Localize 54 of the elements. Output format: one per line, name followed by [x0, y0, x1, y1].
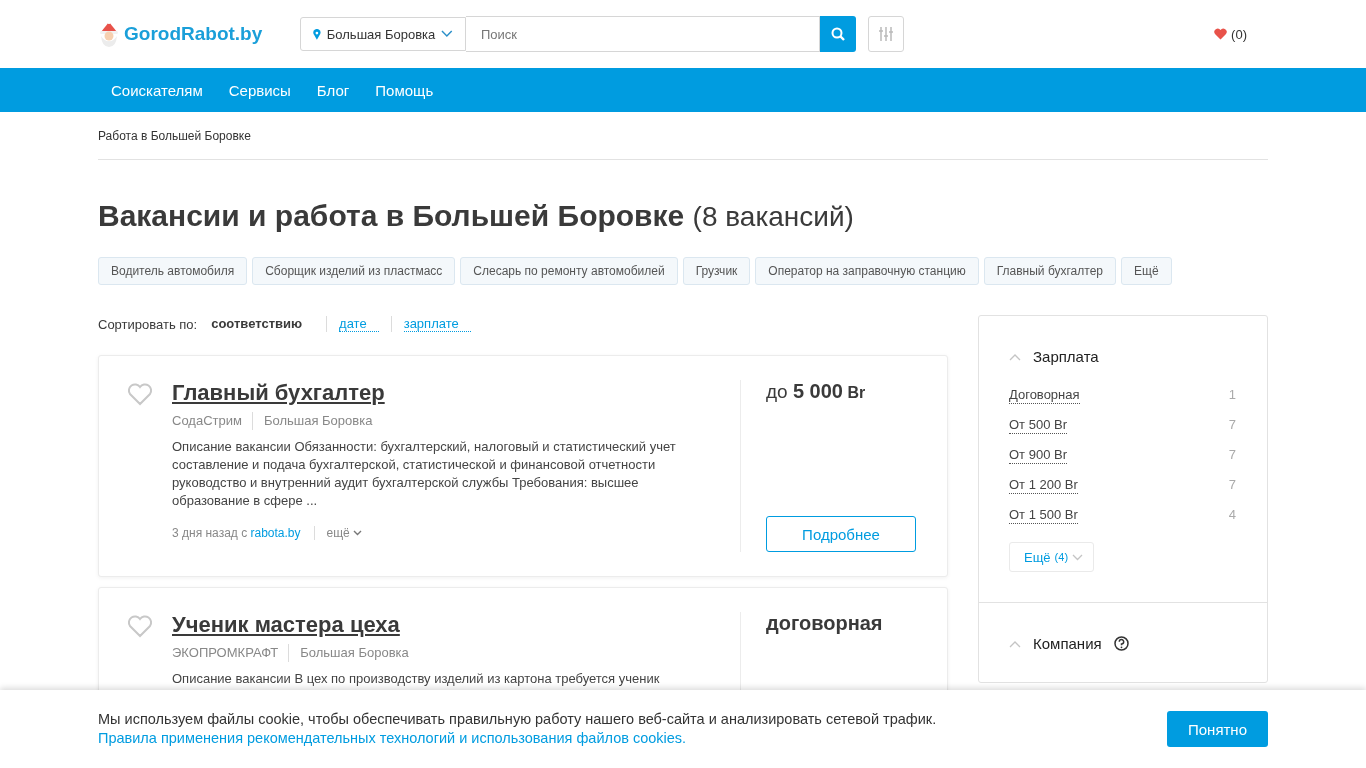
option-count: 4	[1228, 507, 1236, 524]
santa-icon	[98, 21, 120, 47]
filter-option[interactable]: От 1 500 Br	[1009, 507, 1078, 524]
tag-chip[interactable]: Главный бухгалтер	[983, 257, 1116, 285]
option-count: 7	[1228, 477, 1236, 494]
option-count: 7	[1228, 417, 1236, 434]
filter-option[interactable]: Договорная	[1009, 387, 1080, 404]
company-name: ЭКОПРОМКРАФТ	[172, 644, 279, 662]
page-title: Вакансии и работа в Большей Боровке	[98, 199, 685, 232]
tag-chip[interactable]: Ещё	[1121, 257, 1172, 285]
filter-option[interactable]: От 1 200 Br	[1009, 477, 1078, 494]
filter-heading: Компания	[1033, 635, 1102, 652]
favorites-link[interactable]: (0)	[1214, 26, 1247, 42]
job-description: Описание вакансии В цех по производству изделий из картона требуется ученик	[172, 670, 661, 688]
job-title-link[interactable]: Ученик мастера цеха	[172, 612, 700, 638]
breadcrumb-link[interactable]: Работа в Большей Боровке	[98, 112, 1268, 160]
company-name: СодаСтрим	[172, 412, 242, 430]
heart-outline-icon[interactable]	[127, 382, 153, 406]
option-count: 7	[1228, 447, 1236, 464]
job-location: Большая Боровка	[288, 644, 409, 662]
salary: до 5 000 Br	[766, 380, 867, 404]
heart-icon	[1214, 28, 1228, 40]
option-count: 1	[1228, 387, 1236, 404]
salary: договорная	[766, 612, 884, 635]
location-select[interactable]: Большая Боровка	[300, 17, 466, 51]
tag-chip[interactable]: Водитель автомобиля	[98, 257, 248, 285]
vacancy-count: (8 вакансий)	[692, 201, 854, 232]
tag-chip[interactable]: Сборщик изделий из пластмасс	[252, 257, 456, 285]
search-field[interactable]: Поиск	[466, 16, 820, 52]
job-title-link[interactable]: Главный бухгалтер	[172, 380, 700, 406]
search-icon	[831, 27, 845, 41]
job-location: Большая Боровка	[251, 412, 373, 430]
heart-outline-icon[interactable]	[127, 614, 153, 638]
chevron-down-icon	[352, 530, 362, 536]
filter-option[interactable]: От 500 Br	[1009, 417, 1067, 434]
tag-chip[interactable]: Оператор на заправочную станцию	[755, 257, 979, 285]
chevron-up-icon[interactable]	[1009, 352, 1021, 361]
tag-chip[interactable]: Грузчик	[682, 257, 751, 285]
sort-label: Сортировать по:	[98, 316, 198, 332]
posted-date: 3 дня назад с	[172, 526, 249, 540]
chevron-down-icon	[1072, 553, 1084, 561]
tag-chip[interactable]: Слесарь по ремонту автомобилей	[460, 257, 678, 285]
pin-icon	[313, 28, 321, 40]
job-description: Описание вакансии Обязанности: бухгалтерский, налоговый и статистический учет составление и подача бухгалтерской, статистической и финансовой отчетности руководство и внутренний аудит бухгалтерской службы Требования: высшее образование в сфере ...	[172, 438, 677, 510]
chevron-down-icon	[441, 30, 453, 38]
filter-button[interactable]	[868, 16, 904, 52]
filter-option[interactable]: От 900 Br	[1009, 447, 1067, 464]
sliders-icon	[879, 26, 893, 42]
cookie-notice: Мы используем файлы cookie, чтобы обеспечивать правильную работу нашего веб-сайта и анализировать сетевой трафик.	[98, 710, 937, 729]
search-button[interactable]	[820, 16, 856, 52]
sort-option-active[interactable]: соответствию	[211, 316, 315, 331]
chevron-up-icon[interactable]	[1009, 639, 1021, 648]
filter-heading: Зарплата	[1033, 348, 1099, 365]
more-toggle[interactable]: ещё	[313, 526, 362, 540]
